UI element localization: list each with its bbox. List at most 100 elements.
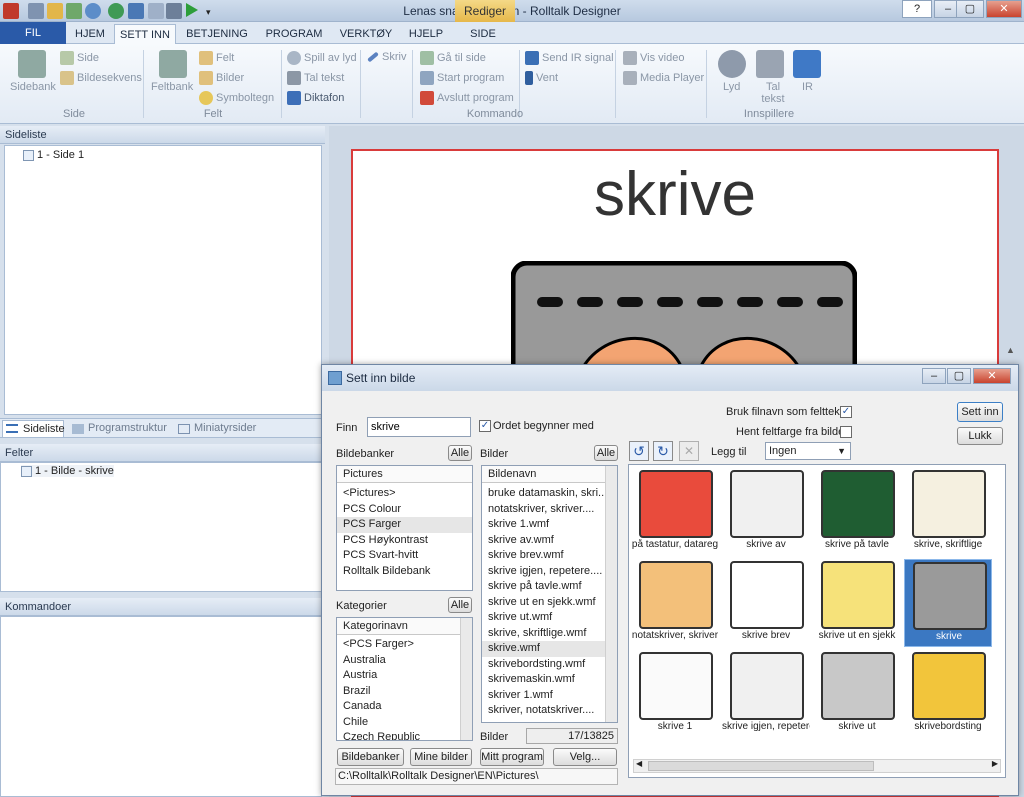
kategori-item[interactable]: <PCS Farger>: [337, 637, 472, 653]
bilde-item[interactable]: skriver 1.wmf: [482, 688, 617, 704]
tree-item-side-1[interactable]: 1 - Side 1: [23, 149, 84, 161]
avslutt-program-button[interactable]: Avslutt program: [420, 91, 514, 105]
thumbnail-hscrollbar[interactable]: ◀ ▶: [633, 759, 1001, 773]
tab-fil[interactable]: FIL: [0, 22, 66, 44]
bilde-item[interactable]: skrive igjen, repetere....: [482, 564, 617, 580]
tab-hjelp[interactable]: HJELP: [406, 24, 446, 44]
bildebank-item[interactable]: PCS Farger: [337, 517, 472, 533]
send-ir-signal-button[interactable]: Send IR signal: [525, 51, 614, 65]
ga-til-side-button[interactable]: Gå til side: [420, 51, 486, 65]
kategori-item[interactable]: Australia: [337, 653, 472, 669]
picture-thumbnail[interactable]: skrive av: [722, 468, 810, 556]
picture-thumbnail[interactable]: skrive: [904, 559, 992, 647]
lyd-record-button[interactable]: Lyd: [723, 81, 740, 93]
tab-sett-inn[interactable]: SETT INN: [114, 24, 176, 44]
bildebank-item[interactable]: <Pictures>: [337, 486, 472, 502]
bildebank-item[interactable]: PCS Svart-hvitt: [337, 548, 472, 564]
legg-til-select[interactable]: Ingen ▼: [765, 442, 851, 460]
bilder-button[interactable]: Bilder: [199, 71, 244, 85]
kategorier-alle-button[interactable]: Alle: [448, 597, 472, 613]
symboltegn-button[interactable]: Symboltegn: [199, 91, 274, 105]
picture-thumbnail[interactable]: på tastatur, datareg: [631, 468, 719, 556]
picture-thumbnail[interactable]: skrive ut: [813, 650, 901, 738]
media-player-button[interactable]: Media Player: [623, 71, 704, 85]
picture-thumbnail[interactable]: skrivebordsting: [904, 650, 992, 738]
kategori-item[interactable]: Chile: [337, 715, 472, 731]
scroll-left-icon[interactable]: ◀: [636, 759, 642, 768]
close-button[interactable]: ✕: [986, 0, 1022, 18]
ordet-begynner-checkbox[interactable]: ✓: [479, 420, 491, 432]
velg-button[interactable]: Velg...: [553, 748, 617, 766]
bilde-item[interactable]: skriver, notatskriver....: [482, 703, 617, 719]
felt-button[interactable]: Felt: [199, 51, 234, 65]
spill-av-lyd-button[interactable]: Spill av lyd: [287, 51, 357, 65]
dialog-maximize-button[interactable]: ▢: [947, 368, 971, 384]
tal-tekst-record-button[interactable]: Tal tekst: [758, 81, 788, 105]
skriv-button[interactable]: Skriv: [367, 51, 406, 63]
start-program-button[interactable]: Start program: [420, 71, 504, 85]
kategori-item[interactable]: Brazil: [337, 684, 472, 700]
picture-thumbnail[interactable]: skrive, skriftlige: [904, 468, 992, 556]
rotate-right-icon[interactable]: ↻: [653, 441, 673, 461]
mitt-program-button[interactable]: Mitt program: [480, 748, 544, 766]
bilde-item[interactable]: skrive ut.wmf: [482, 610, 617, 626]
bildebank-item[interactable]: PCS Høykontrast: [337, 533, 472, 549]
picture-thumbnail[interactable]: skrive 1: [631, 650, 719, 738]
bilde-item[interactable]: skrive av.wmf: [482, 533, 617, 549]
sidebank-button[interactable]: Sidebank: [10, 81, 56, 93]
tab-betjening[interactable]: BETJENING: [180, 24, 254, 44]
bilde-item[interactable]: notatskriver, skriver....: [482, 502, 617, 518]
bilde-item[interactable]: skrivemaskin.wmf: [482, 672, 617, 688]
diktafon-button[interactable]: Diktafon: [287, 91, 344, 105]
scrollbar-thumb[interactable]: [648, 761, 874, 771]
bildebanker-alle-button[interactable]: Alle: [448, 445, 472, 461]
dialog-minimize-button[interactable]: –: [922, 368, 946, 384]
sidebank-icon[interactable]: [18, 50, 46, 78]
help-button[interactable]: ?: [902, 0, 932, 18]
kategori-item[interactable]: Czech Republic: [337, 730, 472, 740]
bilde-item[interactable]: skrive.wmf: [482, 641, 617, 657]
search-input[interactable]: [367, 417, 471, 437]
picture-thumbnail[interactable]: skrive brev: [722, 559, 810, 647]
hent-feltfarge-checkbox[interactable]: [840, 426, 852, 438]
kategori-item[interactable]: Austria: [337, 668, 472, 684]
dialog-close-button[interactable]: ✕: [973, 368, 1011, 384]
bilde-item[interactable]: bruke datamaskin, skri...: [482, 486, 617, 502]
rotate-left-icon[interactable]: ↺: [629, 441, 649, 461]
tal-tekst-button[interactable]: Tal tekst: [287, 71, 344, 85]
canvas-scroll-up-icon[interactable]: ▲: [1006, 345, 1015, 355]
ir-record-button[interactable]: IR: [802, 81, 813, 93]
bilde-item[interactable]: skrive på tavle.wmf: [482, 579, 617, 595]
bilder-alle-button[interactable]: Alle: [594, 445, 618, 461]
tab-program[interactable]: PROGRAM: [262, 24, 326, 44]
picture-thumbnail[interactable]: skrive igjen, repetere: [722, 650, 810, 738]
bilde-item[interactable]: skrive ut en sjekk.wmf: [482, 595, 617, 611]
bilder-scrollbar[interactable]: [605, 466, 617, 722]
tab-hjem[interactable]: HJEM: [66, 24, 114, 44]
delete-picture-icon[interactable]: ✕: [679, 441, 699, 461]
picture-thumbnail[interactable]: skrive på tavle: [813, 468, 901, 556]
bruk-filnavn-checkbox[interactable]: ✓: [840, 406, 852, 418]
side-button[interactable]: Side: [60, 51, 99, 65]
scroll-right-icon[interactable]: ▶: [992, 759, 998, 768]
tal-tekst-record-icon[interactable]: [756, 50, 784, 78]
mine-bilder-button[interactable]: Mine bilder: [410, 748, 472, 766]
lyd-record-icon[interactable]: [718, 50, 746, 78]
tab-verktoy[interactable]: VERKTØY: [336, 24, 396, 44]
bildesekvens-button[interactable]: Bildesekvens: [60, 71, 142, 85]
tab-side[interactable]: SIDE: [462, 24, 504, 44]
tree-item-bilde-skrive[interactable]: 1 - Bilde - skrive: [21, 465, 114, 477]
bilde-item[interactable]: skrive brev.wmf: [482, 548, 617, 564]
ir-record-icon[interactable]: [793, 50, 821, 78]
bildebanker-button[interactable]: Bildebanker: [337, 748, 404, 766]
kategori-item[interactable]: Canada: [337, 699, 472, 715]
vent-button[interactable]: Vent: [525, 71, 558, 85]
bildebank-item[interactable]: PCS Colour: [337, 502, 472, 518]
bilde-item[interactable]: skrive 1.wmf: [482, 517, 617, 533]
bilde-item[interactable]: skrivebordsting.wmf: [482, 657, 617, 673]
picture-thumbnail[interactable]: skrive ut en sjekk: [813, 559, 901, 647]
bildebank-item[interactable]: Rolltalk Bildebank: [337, 564, 472, 580]
sett-inn-button[interactable]: Sett inn: [957, 402, 1003, 422]
maximize-button[interactable]: ▢: [956, 0, 984, 18]
bilde-item[interactable]: skrive, skriftlige.wmf: [482, 626, 617, 642]
